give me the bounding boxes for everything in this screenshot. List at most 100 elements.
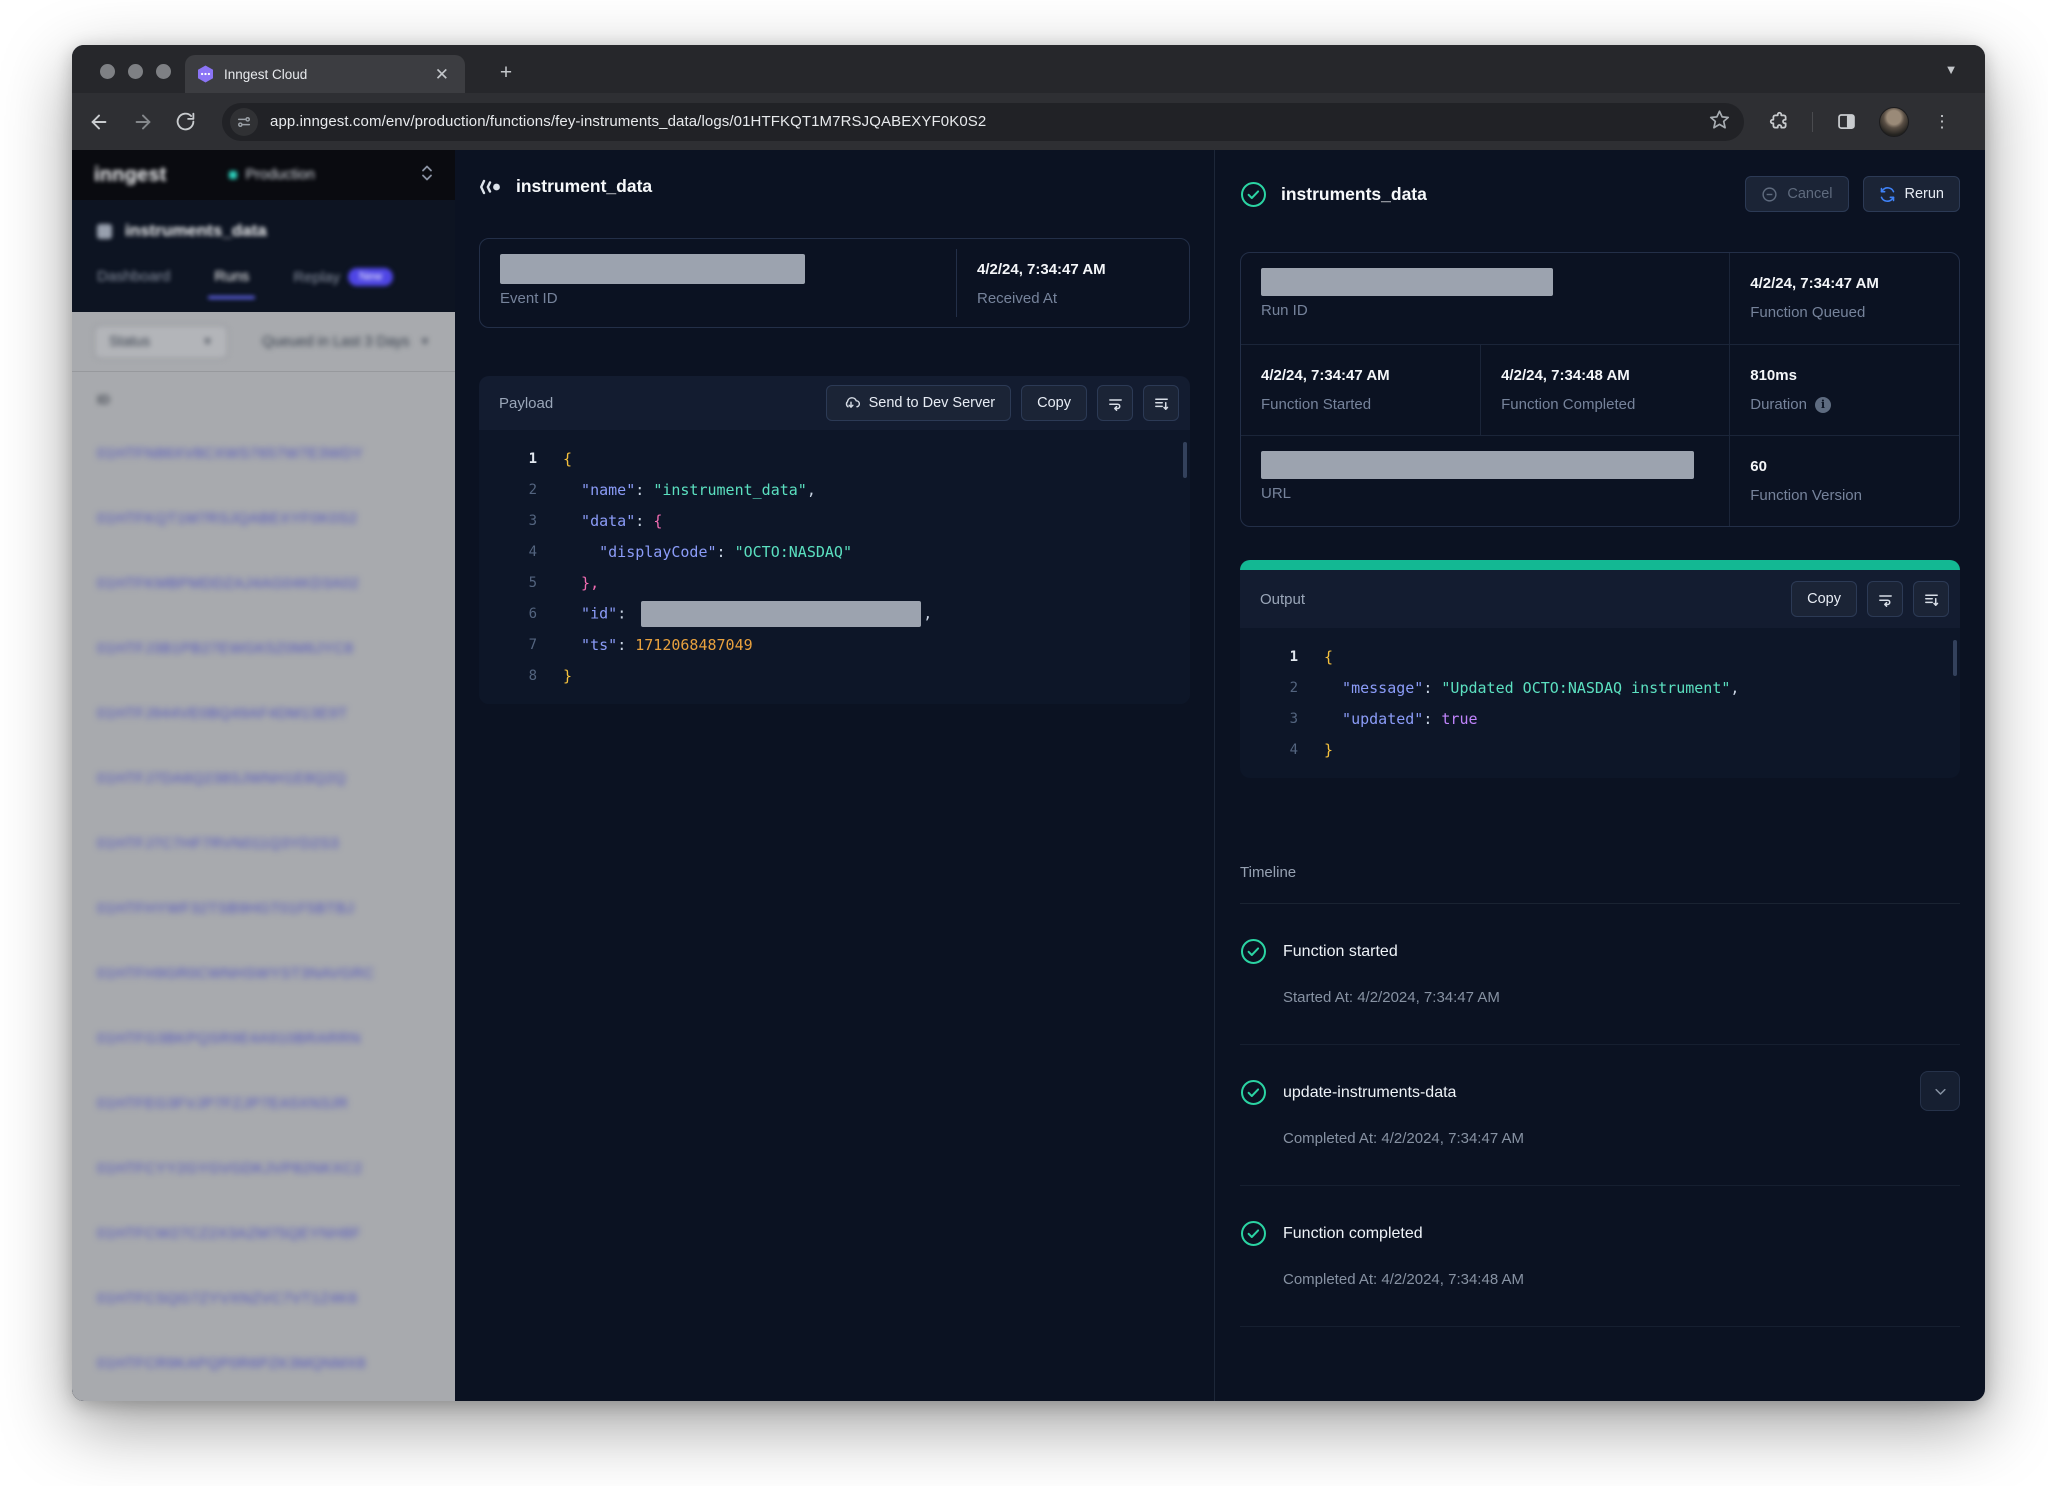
tab-replay-label: Replay <box>293 269 340 286</box>
send-to-dev-server-button[interactable]: Send to Dev Server <box>826 385 1012 421</box>
code-line: 1{ <box>479 443 1190 474</box>
reload-button[interactable] <box>168 105 202 139</box>
back-button[interactable] <box>82 105 116 139</box>
expand-lines-button[interactable] <box>1913 581 1949 617</box>
run-id-link[interactable]: 01HTFKQT1M7RSJQABEXYF0K0S2 <box>97 510 358 527</box>
info-icon[interactable]: i <box>1815 397 1831 413</box>
forward-button[interactable] <box>126 105 160 139</box>
timeline-item-detail: Completed At: 4/2/2024, 7:34:47 AM <box>1283 1130 1960 1147</box>
function-started-value: 4/2/24, 7:34:47 AM <box>1261 360 1460 390</box>
line-number: 2 <box>479 482 537 498</box>
run-id-row: 01HTFCYY2GYGVGDKJVP82NKXC2 <box>72 1136 455 1201</box>
line-number: 4 <box>1240 742 1298 758</box>
run-id-link[interactable]: 01HTFHYWF32TSB9HGT01F5BTBJ <box>97 900 354 917</box>
timeline-item-title: Function completed <box>1283 1225 1423 1243</box>
duration-cell: 810ms Duration i <box>1729 344 1959 435</box>
side-panel-button[interactable] <box>1829 105 1863 139</box>
cancel-button[interactable]: Cancel <box>1745 176 1848 212</box>
window-controls[interactable] <box>100 64 171 79</box>
tab-runs[interactable]: Runs <box>214 268 249 299</box>
line-number: 6 <box>479 606 537 622</box>
browser-menu-button[interactable]: ⋮ <box>1925 105 1959 139</box>
output-copy-button[interactable]: Copy <box>1791 581 1857 617</box>
run-id-row: 01HTFG3BKPQSR9E4A910BRARRN <box>72 1006 455 1071</box>
url-text[interactable]: app.inngest.com/env/production/functions… <box>270 113 1709 130</box>
run-id-row: 01HTFKQT1M7RSJQABEXYF0K0S2 <box>72 486 455 551</box>
code-line: 2 "name": "instrument_data", <box>479 474 1190 505</box>
extensions-button[interactable] <box>1762 105 1796 139</box>
output-header: Output Copy <box>1240 570 1960 628</box>
run-id-link[interactable]: 01HTFG3BKPQSR9E4A910BRARRN <box>97 1030 361 1047</box>
scrollbar-thumb[interactable] <box>1183 442 1187 478</box>
run-id-link[interactable]: 01HTFJ3B1PB27EWGK5Z0M6JYC8 <box>97 640 353 657</box>
expand-lines-button[interactable] <box>1143 385 1179 421</box>
run-id-row: 01HTFJ944VE0BQ49AF4DM13E9T <box>72 681 455 746</box>
environment-selector[interactable]: Production <box>229 167 421 183</box>
run-id-link[interactable]: 01HTFN86XV8CXWS7657W7E3WDY <box>97 445 363 462</box>
success-check-icon <box>1240 1079 1267 1106</box>
function-completed-label: Function Completed <box>1501 396 1709 413</box>
send-to-dev-server-label: Send to Dev Server <box>869 395 996 411</box>
run-id-row: 01HTFN86XV8CXWS7657W7E3WDY <box>72 421 455 486</box>
browser-tab[interactable]: Inngest Cloud ✕ <box>185 55 465 93</box>
toolbar-right-cluster: ⋮ <box>1762 105 1959 139</box>
function-completed-cell: 4/2/24, 7:34:48 AM Function Completed <box>1480 344 1729 435</box>
run-id-link[interactable]: 01HTFCYY2GYGVGDKJVP82NKXC2 <box>97 1160 363 1177</box>
run-details-card: Run ID 4/2/24, 7:34:47 AM Function Queue… <box>1240 252 1960 527</box>
event-panel: instrument_data Event ID 4/2/24, 7:34:47… <box>455 150 1215 1401</box>
function-started-label: Function Started <box>1261 396 1460 413</box>
tab-strip: Inngest Cloud ✕ + ▼ <box>72 45 1985 93</box>
runs-list-panel: Status ▼ Queued in Last 3 Days ▼ ID 01HT… <box>72 312 455 1401</box>
url-label: URL <box>1261 485 1709 502</box>
timeline-item-update-instruments-data: update-instruments-data Completed At: 4/… <box>1240 1045 1960 1186</box>
run-id-row: 01HTFCR9KAPQP0R6PZK3MQNMX8 <box>72 1331 455 1396</box>
run-id-link[interactable]: 01HTFJ7C7HF7RVN011Q3YD2S3 <box>97 835 339 852</box>
run-id-link[interactable]: 01HTFEG3FVJP7FZJP7EA5XN3JR <box>97 1095 348 1112</box>
environment-chevron-icon[interactable] <box>421 164 433 187</box>
sidebar-topbar: inngest Production <box>72 150 455 200</box>
run-id-link[interactable]: 01HTFKMBPMDDZAJ4AG04KD3A02 <box>97 575 359 592</box>
rerun-button[interactable]: Rerun <box>1863 176 1961 212</box>
close-tab-icon[interactable]: ✕ <box>431 64 453 85</box>
run-id-link[interactable]: 01HTFCW27CZ2X3AZM75QEYNH8F <box>97 1225 361 1242</box>
received-at-value: 4/2/24, 7:34:47 AM <box>977 254 1106 284</box>
new-tab-button[interactable]: + <box>492 59 520 87</box>
received-at-cell: 4/2/24, 7:34:47 AM Received At <box>957 239 1126 327</box>
function-name: instruments_data <box>125 221 267 241</box>
address-bar[interactable]: app.inngest.com/env/production/functions… <box>222 103 1744 141</box>
url-redacted-value <box>1261 451 1694 479</box>
filters-row: Status ▼ Queued in Last 3 Days ▼ <box>72 312 455 372</box>
expand-step-button[interactable] <box>1920 1071 1960 1111</box>
line-number: 3 <box>1240 711 1298 727</box>
tab-dashboard[interactable]: Dashboard <box>97 268 170 299</box>
zoom-window-button[interactable] <box>156 64 171 79</box>
back-arrow-icon <box>88 111 110 133</box>
scrollbar-thumb[interactable] <box>1953 640 1957 676</box>
function-queued-cell: 4/2/24, 7:34:47 AM Function Queued <box>1729 253 1959 344</box>
run-id-link[interactable]: 01HTFH9GR0CWNHSWYST3NAVGRC <box>97 965 375 982</box>
bookmark-star-icon[interactable] <box>1709 109 1730 135</box>
word-wrap-button[interactable] <box>1867 581 1903 617</box>
run-id-link[interactable]: 01HTFCR9KAPQP0R6PZK3MQNMX8 <box>97 1355 366 1372</box>
site-settings-icon[interactable] <box>230 108 258 136</box>
output-title: Output <box>1260 591 1781 608</box>
payload-title: Payload <box>499 395 816 412</box>
tab-replay[interactable]: Replay New <box>293 268 393 300</box>
new-badge: New <box>348 268 393 286</box>
run-title: instruments_data <box>1281 184 1427 205</box>
payload-copy-button[interactable]: Copy <box>1021 385 1087 421</box>
run-id-link[interactable]: 01HTFCSQG7ZYVXNZVC7VT1Z4K6 <box>97 1290 357 1307</box>
time-range-dropdown[interactable]: Queued in Last 3 Days ▼ <box>262 334 430 350</box>
close-window-button[interactable] <box>100 64 115 79</box>
code-line: 3 "updated": true <box>1240 703 1960 734</box>
status-filter-dropdown[interactable]: Status ▼ <box>94 325 228 359</box>
run-id-link[interactable]: 01HTFJ944VE0BQ49AF4DM13E9T <box>97 705 348 722</box>
profile-avatar[interactable] <box>1879 107 1909 137</box>
run-id-link[interactable]: 01HTFJ7DA6Q238SJWNH1E8Q2Q <box>97 770 346 787</box>
minimize-window-button[interactable] <box>128 64 143 79</box>
received-at-label: Received At <box>977 290 1106 307</box>
code-line: 2 "message": "Updated OCTO:NASDAQ instru… <box>1240 672 1960 703</box>
word-wrap-button[interactable] <box>1097 385 1133 421</box>
tab-search-chevron-icon[interactable]: ▼ <box>1939 58 1963 82</box>
cloud-download-icon <box>842 394 860 412</box>
